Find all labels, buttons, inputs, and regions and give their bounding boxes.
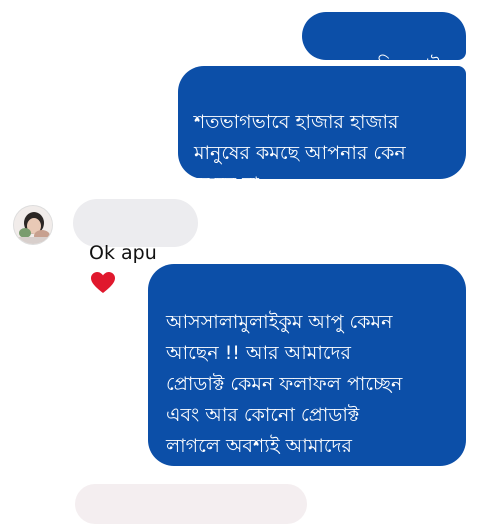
- profile-photo-icon: [14, 206, 52, 244]
- outgoing-message-bubble[interactable]: আসসালামুলাইকুম আপু কেমন আছেন !! আর আমাদে…: [148, 264, 466, 488]
- incoming-message-bubble[interactable]: Ok apu: [73, 199, 198, 293]
- outgoing-message-bubble[interactable]: শতভাগভাবে হাজার হাজার মানুষের কমছে আপনার…: [178, 66, 466, 195]
- outgoing-message-bubble[interactable]: ভয়ের কিছু নাই: [302, 12, 466, 77]
- message-text: শতভাগভাবে হাজার হাজার মানুষের কমছে আপনার…: [194, 111, 406, 195]
- message-text: Ok apu: [89, 242, 157, 264]
- incoming-message-bubble-partial[interactable]: [75, 484, 307, 524]
- red-heart-icon: [90, 271, 116, 295]
- message-text: আসসালামুলাইকুম আপু কেমন আছেন !! আর আমাদে…: [166, 311, 403, 488]
- sender-avatar[interactable]: [14, 206, 52, 244]
- chat-thread: ভয়ের কিছু নাই শতভাগভাবে হাজার হাজার মান…: [0, 0, 500, 524]
